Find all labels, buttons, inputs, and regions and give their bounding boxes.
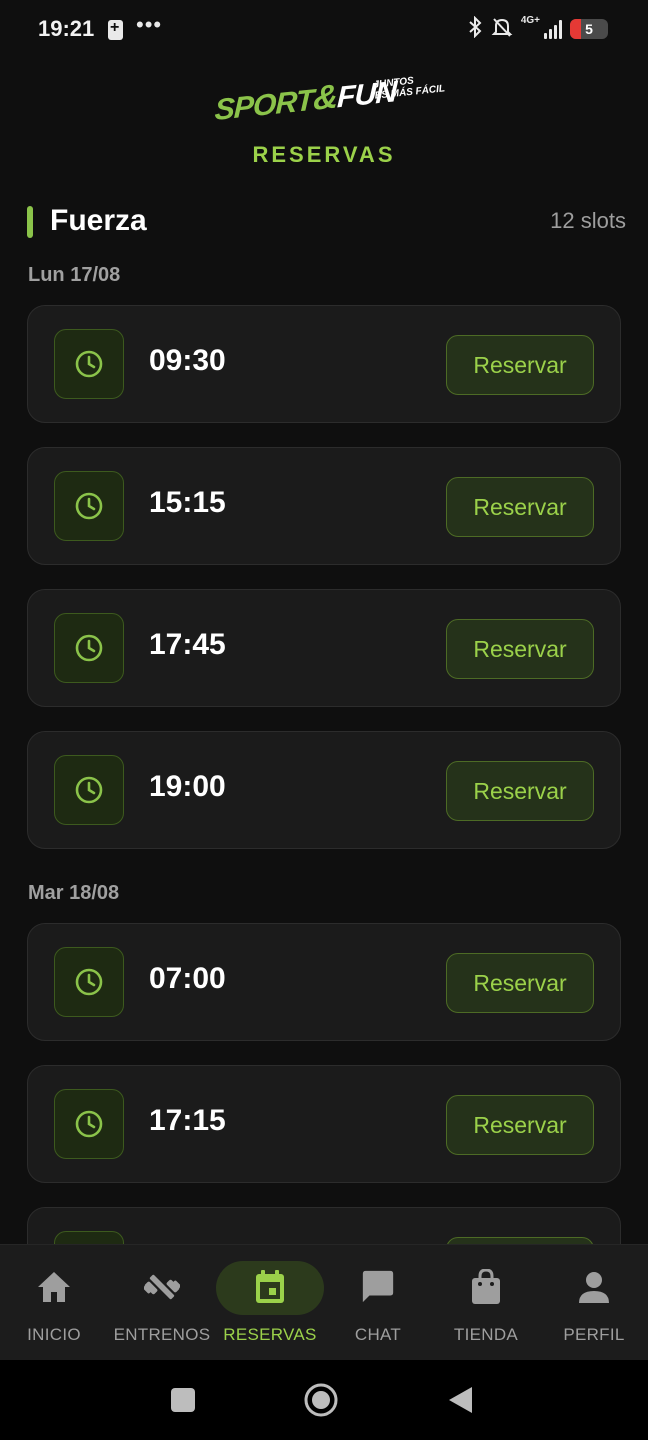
- reserve-button[interactable]: Reservar: [446, 477, 594, 537]
- person-icon: [576, 1269, 612, 1305]
- slot-card: 09:30 Reservar: [27, 305, 621, 423]
- bluetooth-icon: [467, 15, 483, 42]
- slot-card: 19:00 Reservar: [27, 731, 621, 849]
- status-time: 19:21: [38, 16, 95, 41]
- back-button[interactable]: [442, 1382, 478, 1418]
- slot-time: 15:15: [149, 486, 226, 519]
- clock-icon: [54, 755, 124, 825]
- network-type: 4G+: [520, 14, 540, 26]
- clock-icon: [54, 613, 124, 683]
- home-icon: [36, 1269, 72, 1305]
- reserve-button[interactable]: Reservar: [446, 335, 594, 395]
- nav-item-entrenos[interactable]: ENTRENOS: [108, 1245, 216, 1361]
- reserve-button[interactable]: Reservar: [446, 619, 594, 679]
- bottom-nav: INICIO ENTRENOS RESERVAS CHAT TIENDA PER: [0, 1244, 648, 1360]
- system-nav-bar: [0, 1360, 648, 1440]
- slot-time: 17:15: [149, 1104, 226, 1137]
- slot-count: 12 slots: [550, 208, 626, 233]
- signal-icon: [544, 19, 562, 39]
- slot-card: 07:00 Reservar: [27, 923, 621, 1041]
- clock-icon: [54, 1089, 124, 1159]
- clock-icon: [54, 329, 124, 399]
- nav-item-tienda[interactable]: TIENDA: [432, 1245, 540, 1361]
- reserve-button[interactable]: Reservar: [446, 953, 594, 1013]
- page-title: RESERVAS: [252, 142, 396, 167]
- nav-item-perfil[interactable]: PERFIL: [540, 1245, 648, 1361]
- day-label: Lun 17/08: [28, 264, 121, 286]
- home-button[interactable]: [303, 1382, 339, 1418]
- battery-icon: 5: [570, 19, 608, 39]
- slot-card: 15:15 Reservar: [27, 447, 621, 565]
- slot-time: 17:45: [149, 628, 226, 661]
- reserve-button[interactable]: Reservar: [446, 761, 594, 821]
- clock-icon: [54, 947, 124, 1017]
- more-notifications-icon: •••: [136, 12, 163, 37]
- section-title: Fuerza: [50, 204, 147, 237]
- slot-time: 07:00: [149, 962, 226, 995]
- battery-level: 5: [585, 21, 593, 37]
- chat-icon: [360, 1269, 396, 1305]
- clock-icon: [54, 471, 124, 541]
- status-icons: 4G+ 5: [467, 14, 608, 44]
- reserve-button[interactable]: Reservar: [446, 1095, 594, 1155]
- nav-item-reservas[interactable]: RESERVAS: [216, 1245, 324, 1361]
- section-accent-bar: [27, 206, 33, 238]
- slot-time: 19:00: [149, 770, 226, 803]
- nav-item-chat[interactable]: CHAT: [324, 1245, 432, 1361]
- day-label: Mar 18/08: [28, 882, 120, 904]
- shopping-bag-icon: [468, 1269, 504, 1305]
- calendar-icon: [252, 1269, 288, 1305]
- recent-apps-button[interactable]: [165, 1382, 201, 1418]
- battery-saver-icon: [108, 19, 123, 40]
- slot-card: 17:45 Reservar: [27, 589, 621, 707]
- status-bar: 19:21 ••• 4G+ 5: [0, 0, 648, 60]
- nav-item-inicio[interactable]: INICIO: [0, 1245, 108, 1361]
- dumbbell-icon: [144, 1269, 180, 1305]
- bell-muted-icon: [491, 16, 513, 42]
- slot-time: 09:30: [149, 344, 226, 377]
- slot-card: 17:15 Reservar: [27, 1065, 621, 1183]
- sport-fun-logo: SPORT&FUN JUNTOS ES MÁS FÁCIL: [214, 75, 446, 128]
